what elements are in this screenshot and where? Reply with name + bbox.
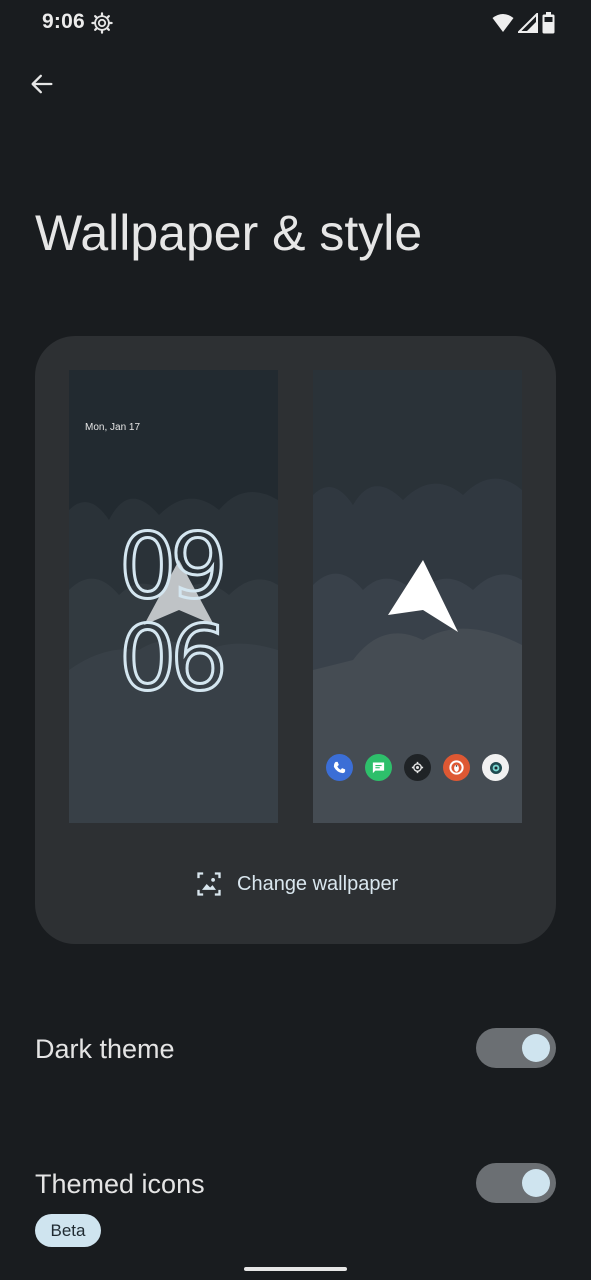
- messages-icon[interactable]: [365, 754, 392, 781]
- wallpaper-preview-card: Mon, Jan 17 09 06 Change wallpaper: [35, 336, 556, 944]
- lock-date: Mon, Jan 17: [85, 422, 141, 433]
- themed-icons-toggle[interactable]: [476, 1163, 556, 1203]
- toggle-thumb: [522, 1169, 550, 1197]
- battery-icon: [542, 12, 555, 34]
- lock-clock: 09 06: [118, 514, 229, 711]
- home-screen-preview[interactable]: [313, 370, 522, 823]
- cellular-signal-icon: [518, 13, 538, 33]
- page-title: Wallpaper & style: [35, 205, 423, 261]
- themed-icons-row[interactable]: Themed icons: [0, 1155, 591, 1215]
- wallpaper-style-screen: 9:06 Wallpaper & style Mon, Jan 17 09 06…: [0, 0, 591, 1280]
- back-button[interactable]: [22, 64, 62, 104]
- home-dock: [326, 754, 510, 782]
- duckduckgo-icon[interactable]: [443, 754, 470, 781]
- gesture-nav-handle[interactable]: [244, 1267, 347, 1271]
- dark-theme-row[interactable]: Dark theme: [0, 1020, 591, 1080]
- arrow-back-icon: [31, 74, 53, 94]
- dark-theme-toggle[interactable]: [476, 1028, 556, 1068]
- wifi-icon: [492, 14, 514, 32]
- change-wallpaper-label: Change wallpaper: [237, 872, 399, 895]
- toggle-thumb: [522, 1034, 550, 1062]
- status-time: 9:06: [42, 10, 85, 33]
- brightness-auto-icon: [91, 12, 113, 34]
- lock-clock-minute: 06: [118, 606, 229, 711]
- lock-clock-hour: 09: [118, 514, 229, 619]
- beta-badge: Beta: [35, 1214, 101, 1247]
- settings-icon[interactable]: [404, 754, 431, 781]
- status-icons: [492, 12, 555, 34]
- dark-theme-label: Dark theme: [35, 1034, 175, 1064]
- themed-icons-label: Themed icons: [35, 1169, 205, 1199]
- status-bar: 9:06: [0, 0, 591, 48]
- phone-icon[interactable]: [326, 754, 353, 781]
- camera-icon[interactable]: [482, 754, 509, 781]
- lock-screen-preview[interactable]: Mon, Jan 17 09 06: [69, 370, 278, 823]
- wallpaper-image-icon: [197, 872, 221, 896]
- change-wallpaper-button[interactable]: Change wallpaper: [195, 868, 398, 900]
